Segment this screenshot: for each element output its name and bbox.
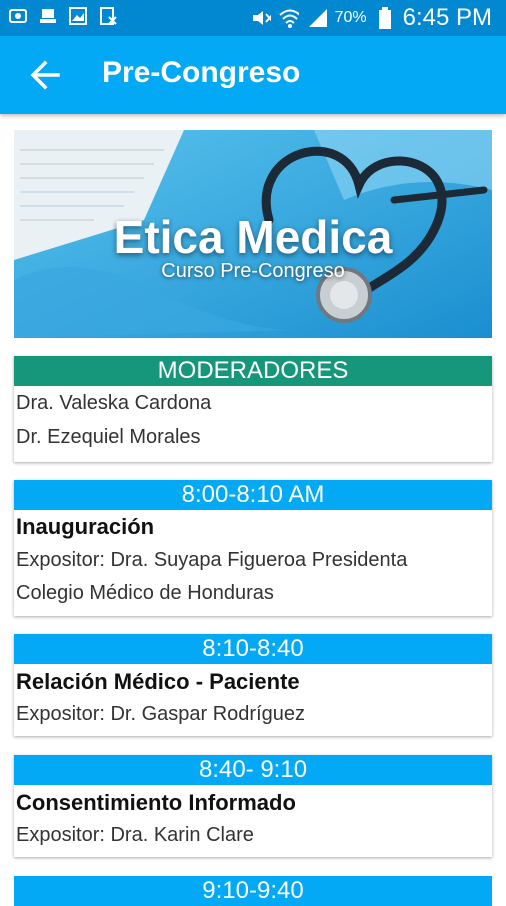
session-time: 9:10-9:40 bbox=[14, 876, 492, 906]
back-arrow-icon[interactable] bbox=[28, 58, 62, 92]
system-status-icons: 70% 6:45 PM bbox=[251, 4, 492, 32]
banner-title: Etica Medica bbox=[113, 211, 393, 263]
session-card[interactable]: 9:10-9:40 bbox=[14, 876, 492, 906]
document-notification-icon bbox=[98, 6, 118, 26]
download-notification-icon bbox=[38, 6, 58, 26]
notification-icons bbox=[8, 6, 118, 26]
wifi-icon bbox=[278, 8, 299, 28]
battery-percent: 70% bbox=[334, 9, 367, 26]
session-time: 8:40- 9:10 bbox=[14, 755, 492, 785]
course-banner: Etica Medica Curso Pre-Congreso bbox=[14, 130, 492, 338]
session-card[interactable]: 8:00-8:10 AM Inauguración Expositor: Dra… bbox=[14, 480, 492, 616]
page-title: Pre-Congreso bbox=[102, 56, 301, 89]
session-speaker: Expositor: Dra. Suyapa Figueroa Presiden… bbox=[16, 549, 408, 571]
moderators-card: MODERADORES Dra. Valeska Cardona Dr. Eze… bbox=[14, 356, 492, 462]
session-speaker-affiliation: Colegio Médico de Honduras bbox=[16, 582, 274, 604]
battery-icon bbox=[375, 7, 395, 29]
session-time: 8:00-8:10 AM bbox=[14, 480, 492, 510]
app-bar: Pre-Congreso bbox=[0, 36, 506, 114]
session-speaker: Expositor: Dr. Gaspar Rodríguez bbox=[16, 703, 306, 725]
moderator-name: Dra. Valeska Cardona bbox=[16, 392, 212, 414]
image-notification-icon bbox=[68, 6, 88, 26]
session-title: Relación Médico - Paciente bbox=[16, 669, 300, 694]
session-title: Consentimiento Informado bbox=[16, 790, 296, 815]
session-title: Inauguración bbox=[16, 514, 155, 539]
moderators-header: MODERADORES bbox=[14, 356, 492, 386]
session-card[interactable]: 8:10-8:40 Relación Médico - Paciente Exp… bbox=[14, 634, 492, 736]
photo-notification-icon bbox=[8, 6, 28, 26]
moderator-name: Dr. Ezequiel Morales bbox=[16, 426, 201, 448]
clock: 6:45 PM bbox=[402, 4, 492, 31]
session-card[interactable]: 8:40- 9:10 Consentimiento Informado Expo… bbox=[14, 755, 492, 857]
banner-subtitle: Curso Pre-Congreso bbox=[161, 260, 345, 282]
session-time: 8:10-8:40 bbox=[14, 634, 492, 664]
status-bar: 70% 6:45 PM bbox=[0, 0, 506, 36]
mute-icon bbox=[251, 8, 271, 28]
signal-icon bbox=[307, 8, 327, 28]
session-speaker: Expositor: Dra. Karin Clare bbox=[16, 824, 254, 846]
